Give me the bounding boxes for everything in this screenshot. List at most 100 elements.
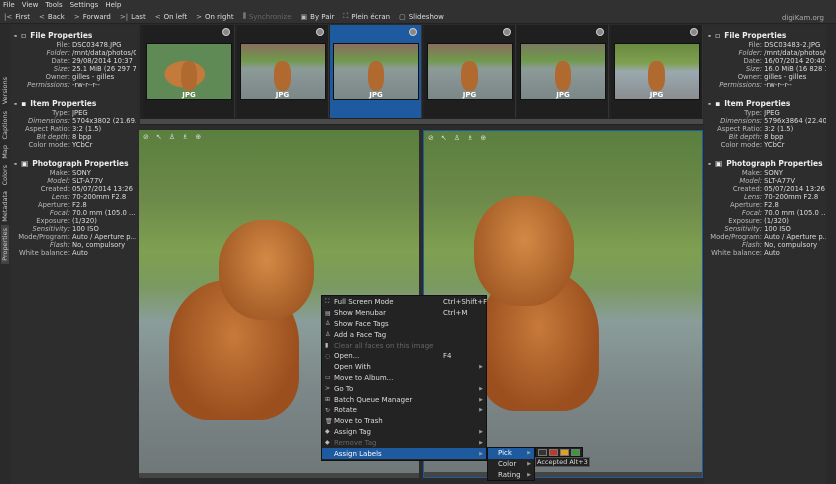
property-row: Aperture: F2.8 <box>10 201 138 209</box>
fullscreen-button[interactable]: ⛶ Plein écran <box>343 12 390 21</box>
property-key: Flash: <box>741 241 763 249</box>
menu-item-rotate[interactable]: ↻ Rotate ▶ <box>322 405 486 416</box>
on-right-button[interactable]: > On right <box>196 13 234 21</box>
tab-versions[interactable]: Versions <box>1 74 9 107</box>
collapse-icon[interactable]: - <box>14 99 17 108</box>
right-sidebar-tabs[interactable] <box>826 25 836 484</box>
property-value: No, compulsory <box>764 241 818 249</box>
menu-tools[interactable]: Tools <box>45 1 62 9</box>
tab-colors[interactable]: Colors <box>1 162 9 188</box>
thumbnail[interactable]: JPG <box>143 25 235 118</box>
tab-properties[interactable]: Properties <box>1 225 9 264</box>
pick-pending-flag-icon[interactable] <box>560 449 569 456</box>
pointer-icon[interactable]: ↖ <box>441 134 447 142</box>
property-value: 3:2 (1.5) <box>72 125 102 133</box>
file-properties-header[interactable]: - ▫ File Properties <box>704 30 826 41</box>
face-icon[interactable]: ♙ <box>169 133 175 141</box>
menu-item-move-to-album[interactable]: ▭ Move to Album... <box>322 373 486 384</box>
menu-item-open[interactable]: ◌ Open... F4 <box>322 351 486 362</box>
menu-item-move-to-trash[interactable]: 🗑 Move to Trash <box>322 416 486 427</box>
menu-item-go-to[interactable]: > Go To ▶ <box>322 383 486 394</box>
collapse-icon[interactable]: - <box>14 31 17 40</box>
menu-item-clear-all-faces-on-this-image[interactable]: ▮ Clear all faces on this image <box>322 340 486 351</box>
tab-map[interactable]: Map <box>1 142 9 162</box>
thumbnail[interactable]: JPG <box>236 25 329 118</box>
property-value: 3:2 (1.5) <box>764 125 794 133</box>
pick-none-flag-icon[interactable] <box>538 449 547 456</box>
slideshow-button[interactable]: ▢ Slideshow <box>399 13 444 21</box>
menu-file[interactable]: File <box>3 1 15 9</box>
thumbnail[interactable]: JPG <box>423 25 516 118</box>
menu-item-assign-tag[interactable]: ◆ Assign Tag ▶ <box>322 427 486 438</box>
collapse-icon[interactable]: - <box>708 31 711 40</box>
property-key: Size: <box>53 65 70 73</box>
collapse-icon[interactable]: - <box>708 159 711 168</box>
menu-view[interactable]: View <box>22 1 39 9</box>
menu-settings[interactable]: Settings <box>70 1 99 9</box>
menu-item-label: Assign Tag <box>334 427 371 436</box>
submenu-arrow-icon: ▶ <box>527 471 531 478</box>
pick-accepted-flag-icon[interactable] <box>571 449 580 456</box>
menu-item-assign-labels[interactable]: Assign Labels ▶ <box>322 448 486 459</box>
menu-item-label: Move to Trash <box>334 417 383 426</box>
forward-button[interactable]: > Forward <box>74 13 111 21</box>
menu-item-add-a-face-tag[interactable]: ♙ Add a Face Tag <box>322 329 486 340</box>
thumbnail[interactable]: JPG <box>517 25 609 118</box>
face-scan-icon[interactable]: ⊘ <box>143 133 149 141</box>
property-row: Lens: 70-200mm F2.8 <box>10 193 138 201</box>
face-scan-icon[interactable]: ⊘ <box>428 134 434 142</box>
on-left-button[interactable]: < On left <box>155 13 187 21</box>
item-properties-header[interactable]: - ▪ Item Properties <box>10 98 138 109</box>
last-button[interactable]: >| Last <box>120 13 146 21</box>
synchronize-button[interactable]: ⫼ Synchronize <box>243 12 292 21</box>
tab-metadata[interactable]: Metadata <box>1 188 9 225</box>
property-value: 8 bpp <box>764 133 784 141</box>
property-value: 100 ISO <box>72 225 99 233</box>
face-icon[interactable]: ♙ <box>454 134 460 142</box>
menu-item-color[interactable]: Color ▶ <box>488 459 534 470</box>
pick-rejected-flag-icon[interactable] <box>549 449 558 456</box>
menu-item-show-menubar[interactable]: ▤ Show Menubar Ctrl+M <box>322 308 486 319</box>
thumbnail[interactable]: JPG <box>330 25 422 118</box>
back-button[interactable]: < Back <box>39 13 65 21</box>
property-row: Aperture: F2.8 <box>704 201 826 209</box>
photograph-properties-header[interactable]: - ▣ Photograph Properties <box>10 158 138 169</box>
property-value: -rw-r--r-- <box>72 81 100 89</box>
tab-captions[interactable]: Captions <box>1 108 9 143</box>
menu-item-show-face-tags[interactable]: ♙ Show Face Tags <box>322 319 486 330</box>
person-icon[interactable]: ♗ <box>182 133 188 141</box>
thumbnail[interactable]: JPG <box>610 25 703 118</box>
menu-help[interactable]: Help <box>105 1 121 9</box>
geolocation-icon <box>315 28 324 36</box>
file-properties-header[interactable]: - ▫ File Properties <box>10 30 138 41</box>
first-button[interactable]: |< First <box>4 13 30 21</box>
right-pane-scrollbar[interactable] <box>424 472 702 477</box>
menu-item-label: Go To <box>334 384 354 393</box>
menu-item-icon: ◌ <box>325 352 331 360</box>
menu-item-pick[interactable]: Pick ▶ <box>488 448 534 459</box>
property-row: Flash: No, compulsory <box>10 241 138 249</box>
property-value: YCbCr <box>764 141 785 149</box>
last-icon: >| <box>119 12 129 21</box>
thumbbar-scrollbar[interactable] <box>140 119 703 124</box>
zoom-icon[interactable]: ⊕ <box>480 134 486 142</box>
property-row: Mode/Program: Auto / Aperture p... <box>704 233 826 241</box>
menu-item-batch-queue-manager[interactable]: ⊞ Batch Queue Manager ▶ <box>322 394 486 405</box>
left-pane-scrollbar[interactable] <box>139 473 419 478</box>
collapse-icon[interactable]: - <box>708 99 711 108</box>
menu-item-open-with[interactable]: Open With ▶ <box>322 362 486 373</box>
menu-item-remove-tag[interactable]: ◆ Remove Tag ▶ <box>322 437 486 448</box>
property-row: Owner: gilles - gilles <box>10 73 138 81</box>
person-icon[interactable]: ♗ <box>467 134 473 142</box>
menu-item-rating[interactable]: Rating ▶ <box>488 470 534 481</box>
pointer-icon[interactable]: ↖ <box>156 133 162 141</box>
collapse-icon[interactable]: - <box>14 159 17 168</box>
menu-item-full-screen-mode[interactable]: ⛶ Full Screen Mode Ctrl+Shift+F <box>322 297 487 308</box>
photograph-properties-header[interactable]: - ▣ Photograph Properties <box>704 158 826 169</box>
zoom-icon[interactable]: ⊕ <box>195 133 201 141</box>
item-properties-header[interactable]: - ▪ Item Properties <box>704 98 826 109</box>
brand-link[interactable]: digiKam.org <box>782 14 824 22</box>
back-label: Back <box>47 12 65 21</box>
by-pair-button[interactable]: ▣ By Pair <box>301 13 335 21</box>
property-row: Folder:/mnt/data/photos/GI... <box>704 49 826 57</box>
